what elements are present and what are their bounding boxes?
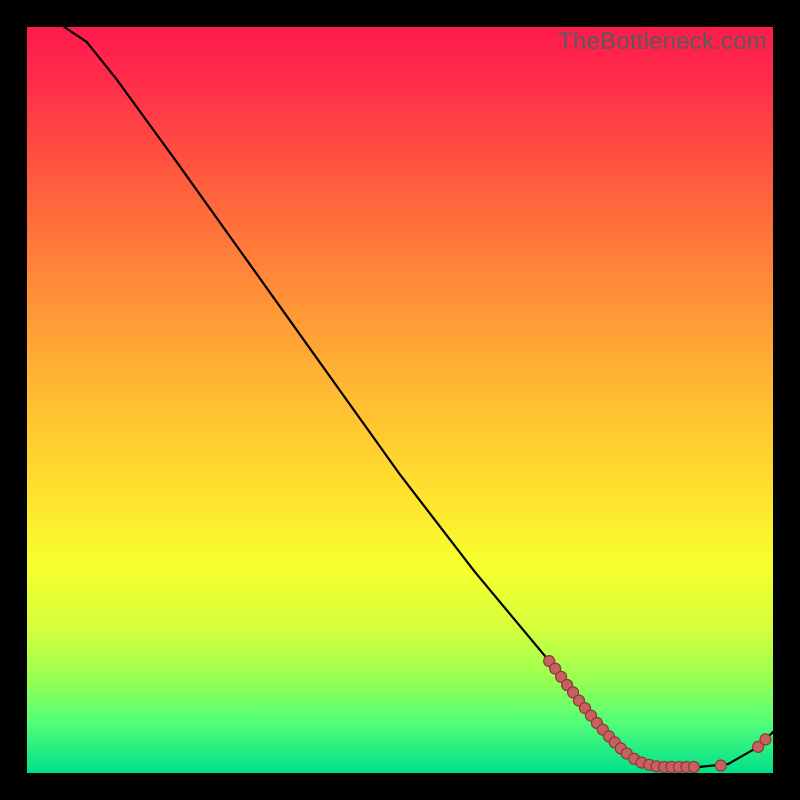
chart-frame: TheBottleneck.com [27, 27, 773, 773]
data-marker [688, 762, 699, 773]
plot-area: TheBottleneck.com [27, 27, 773, 773]
data-marker [715, 760, 726, 771]
bottleneck-curve [27, 27, 773, 773]
data-marker [760, 734, 771, 745]
